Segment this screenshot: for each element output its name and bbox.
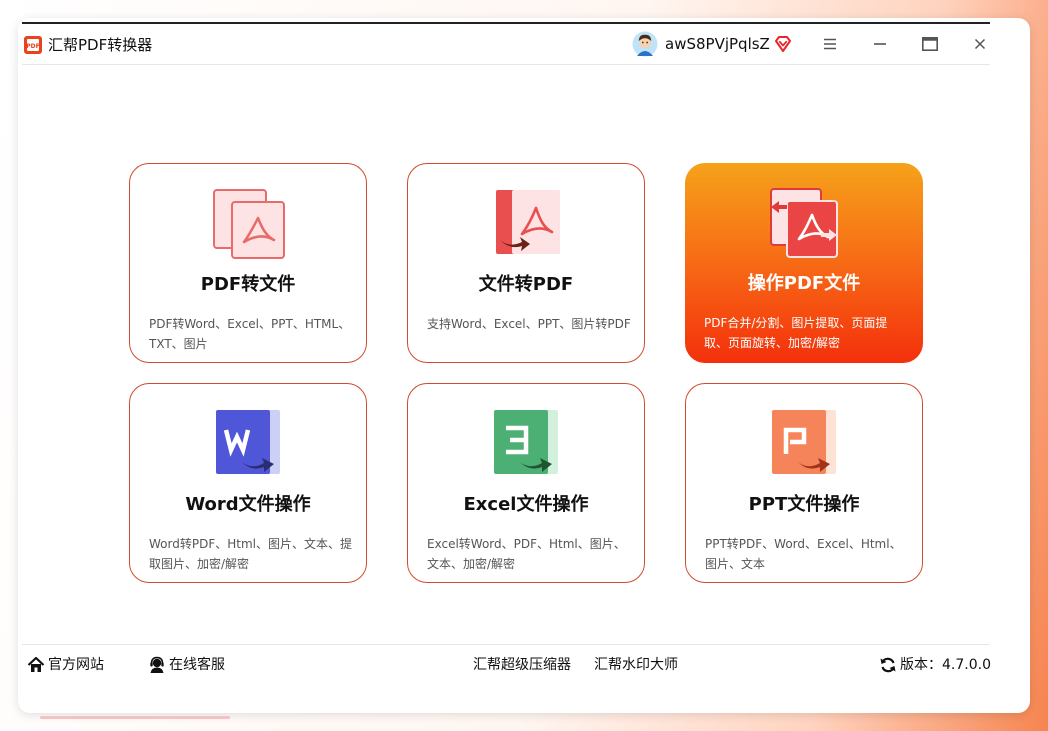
card-word-operate[interactable]: Word文件操作 Word转PDF、Html、图片、文本、提取图片、加密/解密 — [129, 383, 367, 583]
card-description: 支持Word、Excel、PPT、图片转PDF — [427, 317, 631, 331]
close-icon[interactable] — [969, 33, 991, 55]
refresh-icon — [880, 657, 896, 673]
card-description: PDF转Word、Excel、PPT、HTML、TXT、图片 — [149, 317, 351, 351]
card-pdf-operate[interactable]: 操作PDF文件 PDF合并/分割、图片提取、页面提取、页面旋转、加密/解密 — [685, 163, 923, 363]
word-icon — [216, 410, 280, 474]
footer-bar: 官方网站 在线客服 汇帮超级压缩器 汇帮水印大师 版本：4.7.0.0 — [22, 645, 991, 685]
card-file-to-pdf[interactable]: 文件转PDF 支持Word、Excel、PPT、图片转PDF — [407, 163, 645, 363]
card-pdf-to-file[interactable]: PDF转文件 PDF转Word、Excel、PPT、HTML、TXT、图片 — [129, 163, 367, 363]
online-service-label: 在线客服 — [169, 657, 225, 673]
file-to-pdf-icon — [496, 190, 560, 254]
avatar[interactable] — [632, 31, 658, 57]
online-service-link[interactable]: 在线客服 — [148, 655, 225, 675]
scroll-indicator — [40, 716, 230, 719]
minimize-icon[interactable] — [869, 33, 891, 55]
title-bar: PDF 汇帮PDF转换器 awS8PVjPqlsZ — [22, 24, 990, 64]
version-label: 版本：4.7.0.0 — [900, 657, 991, 673]
card-title: PDF转文件 — [200, 274, 296, 295]
watermark-link[interactable]: 汇帮水印大师 — [594, 655, 678, 675]
card-ppt-operate[interactable]: PPT文件操作 PPT转PDF、Word、Excel、Html、图片、文本 — [685, 383, 923, 583]
home-icon — [27, 656, 45, 672]
excel-icon — [494, 410, 558, 474]
app-title: 汇帮PDF转换器 — [48, 36, 153, 54]
official-site-label: 官方网站 — [48, 657, 104, 673]
card-description: Excel转Word、PDF、Html、图片、文本、加密/解密 — [427, 537, 626, 571]
app-logo-icon: PDF — [24, 36, 42, 54]
card-excel-operate[interactable]: Excel文件操作 Excel转Word、PDF、Html、图片、文本、加密/解… — [407, 383, 645, 583]
ppt-icon — [772, 410, 836, 474]
app-logo-text: PDF — [26, 43, 39, 50]
card-title: PPT文件操作 — [748, 494, 860, 515]
card-description: PDF合并/分割、图片提取、页面提取、页面旋转、加密/解密 — [704, 316, 888, 350]
compressor-link[interactable]: 汇帮超级压缩器 — [473, 655, 571, 675]
menu-icon[interactable] — [819, 33, 841, 55]
card-description: Word转PDF、Html、图片、文本、提取图片、加密/解密 — [149, 537, 352, 571]
maximize-icon[interactable] — [919, 33, 941, 55]
pdf-to-file-icon — [213, 189, 285, 259]
official-site-link[interactable]: 官方网站 — [27, 655, 104, 675]
pdf-operate-icon — [770, 188, 838, 258]
card-title: 操作PDF文件 — [747, 273, 861, 294]
card-description: PPT转PDF、Word、Excel、Html、图片、文本 — [705, 537, 902, 571]
card-title: Excel文件操作 — [463, 494, 589, 515]
main-panel: PDF转文件 PDF转Word、Excel、PPT、HTML、TXT、图片 文件… — [21, 65, 991, 645]
username[interactable]: awS8PVjPqlsZ — [665, 35, 770, 53]
card-title: Word文件操作 — [185, 494, 311, 515]
version-info[interactable]: 版本：4.7.0.0 — [879, 655, 991, 675]
customer-service-icon — [150, 656, 164, 673]
card-title: 文件转PDF — [478, 274, 574, 295]
vip-diamond-icon[interactable] — [774, 35, 792, 53]
